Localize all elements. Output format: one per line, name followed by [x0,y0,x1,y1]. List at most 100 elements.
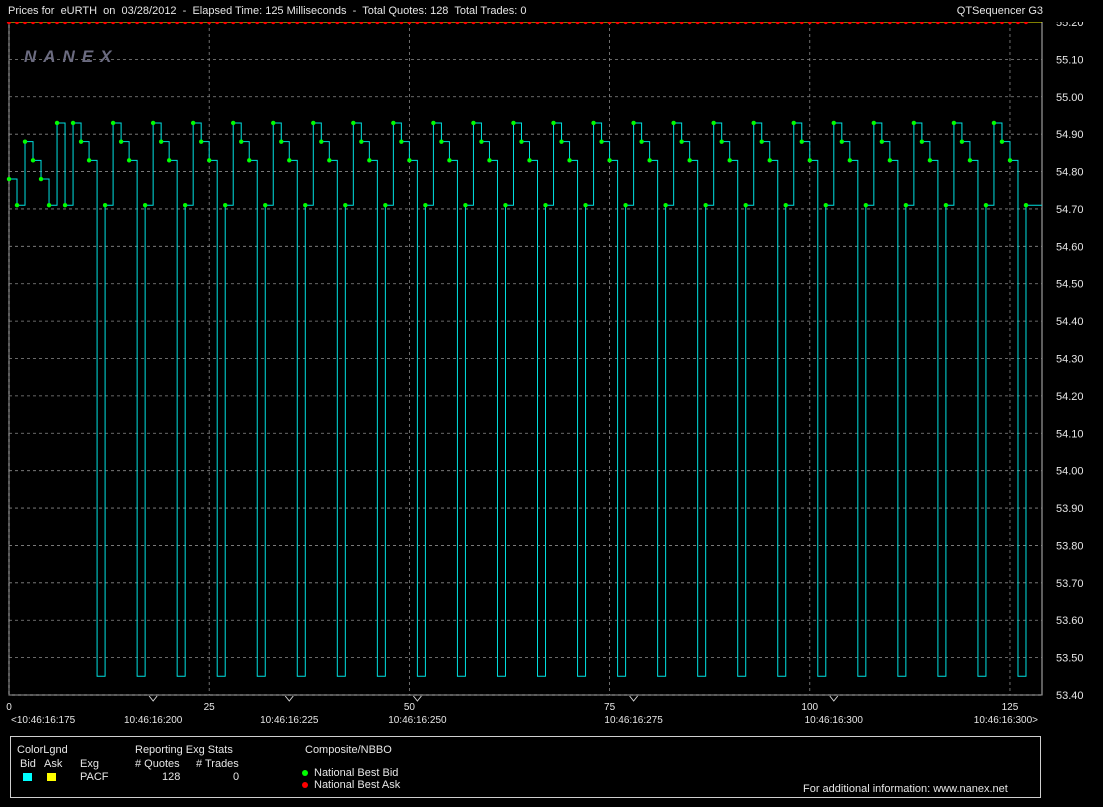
nbb-point [607,158,612,163]
nbb-point [30,158,36,163]
bid-color-swatch [23,773,32,781]
y-tick-label: 53.60 [1056,615,1084,627]
exg-header: Exg [80,758,99,770]
nbb-point [783,203,788,208]
y-tick-label: 53.40 [1056,690,1084,702]
x-axis: 0 25 50 75 100 125 <10:46:16:175 10:46:16:200 10… [6,695,1038,726]
nbb-point [359,139,364,144]
y-tick-label: 55.00 [1056,92,1084,104]
price-chart: NANEX 55.20 55.10 55.00 54.90 54.80 54.70 54.6… [6,22,1084,726]
nbb-point [1007,158,1013,163]
nbb-point [479,139,484,144]
nbb-point [823,203,828,208]
nbb-point [663,203,668,208]
y-tick-label: 54.50 [1056,279,1084,291]
nbb-point [431,120,436,126]
nbb-point [14,203,20,208]
x-tick-label: 25 [204,702,216,713]
nbb-point [343,203,348,208]
time-marker [413,695,422,702]
info-text: For additional information: www.nanex.ne… [803,783,1008,795]
y-tick-label: 54.40 [1056,316,1084,328]
quotes-header: # Quotes [135,758,180,770]
nbb-point [703,203,708,208]
y-tick-label: 54.70 [1056,204,1084,216]
x-tick-label: 0 [6,702,12,713]
nbb-point [223,203,228,208]
nbb-point [567,158,572,163]
bid-label: Bid [20,758,36,770]
nbb-point [423,203,428,208]
nbb-point [639,139,644,144]
nbb-point [943,203,949,208]
color-legend-title: ColorLgnd [17,744,68,756]
nbb-point [551,120,556,126]
nbb-point [751,120,756,126]
y-axis: 55.20 55.10 55.00 54.90 54.80 54.70 54.60 54.50… [1056,22,1084,702]
y-tick-label: 54.00 [1056,466,1084,478]
time-marker [829,695,839,702]
nbb-point [271,120,276,126]
nbb-point [150,120,156,126]
x-tick-label: 100 [801,702,818,713]
nbb-point [999,139,1005,144]
nbb-point [142,203,148,208]
ask-color-swatch [47,773,56,781]
nbb-point [54,120,60,126]
nbb-point [78,139,84,144]
nbb-point [543,203,548,208]
nbb-point [319,139,324,144]
nbb-point [6,176,12,182]
nanex-watermark: NANEX [24,47,119,66]
time-label: 10:46:16:225 [260,715,319,726]
nbb-point [383,203,388,208]
trades-value: 0 [233,771,240,783]
nbb-point [743,203,748,208]
nbb-point [671,120,676,126]
nbb-point [919,139,925,144]
nbb-point [863,203,869,208]
y-tick-label: 53.80 [1056,540,1084,552]
nbb-point [871,120,877,126]
nbb-point [959,139,965,144]
nbb-point [903,203,909,208]
nbb-point [791,120,796,126]
exg-value: PACF [80,771,109,783]
nbb-point [102,203,108,208]
nbb-point [22,139,28,144]
quotes-value: 128 [162,771,181,783]
nbb-point [687,158,692,163]
nbb-point [559,139,564,144]
nbb-point [303,203,308,208]
time-marker [284,695,294,702]
y-tick-label: 55.20 [1056,22,1084,29]
app-name: QTSequencer G3 [956,5,1043,17]
legend-panel: ColorLgnd Bid Ask Exg PACF Reporting Exg… [10,736,1041,798]
nbb-point [951,120,957,126]
nbb-point [46,203,52,208]
nbb-point [831,120,836,126]
nbb-point [391,120,396,126]
nbb-point [86,158,92,163]
nbb-point [847,158,853,163]
time-marker [148,695,158,702]
nbb-point [647,158,652,163]
nbb-point [62,203,68,208]
trades-header: # Trades [196,758,239,770]
nbb-point [487,158,492,163]
y-tick-label: 54.60 [1056,241,1084,253]
nbb-point [631,120,636,126]
nbb-point [927,158,933,163]
nbb-point [807,158,812,163]
nbb-point [399,139,404,144]
nbb-label: National Best Bid [314,767,399,779]
nbb-point [767,158,772,163]
nbo-label: National Best Ask [314,779,401,791]
nbb-point [503,203,508,208]
nbb-point [198,139,204,144]
y-tick-label: 54.90 [1056,129,1084,141]
nbb-point [351,120,356,126]
nbb-point [447,158,452,163]
nbb-point [583,203,588,208]
nbo-dot-icon [302,782,308,788]
